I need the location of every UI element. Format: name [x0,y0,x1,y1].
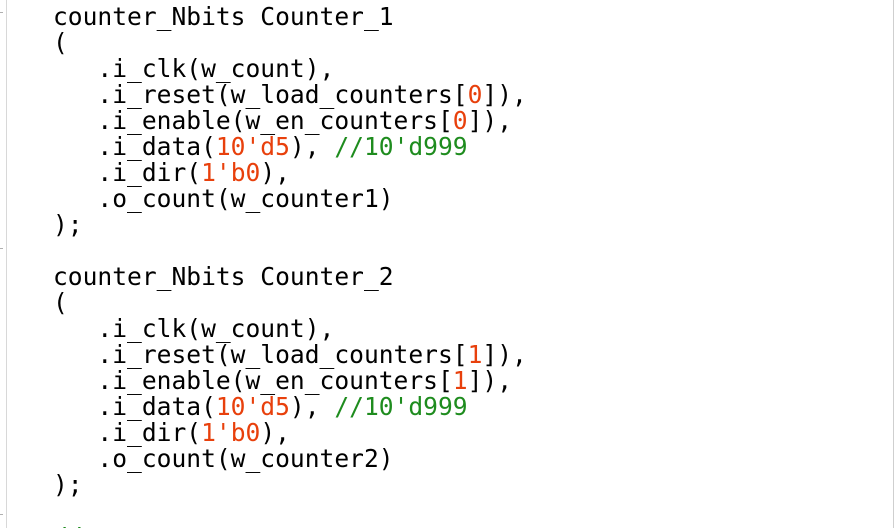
code-line: counter_Nbits Counter_2 [53,264,527,290]
code-token-text: ( [53,288,68,317]
code-token-text: .i_dir( [53,158,202,187]
code-line: .i_dir(1'b0), [53,160,527,186]
code-token-text: .i_clk(w_count), [53,54,335,83]
code-line: .i_data(10'd5), //10'd999 [53,134,527,160]
code-token-text: .i_reset(w_load_counters[ [53,340,468,369]
code-token-number: 1'b0 [201,418,261,447]
code-token-text: .i_enable(w_en_counters[ [53,366,453,395]
code-token-text: ), [289,132,335,161]
code-line: ); [53,212,527,238]
code-token-text: ), [260,418,290,447]
code-token-text: .i_reset(w_load_counters[ [53,80,468,109]
code-token-number: 0 [452,106,468,135]
code-line: .i_enable(w_en_counters[0]), [53,108,527,134]
code-line: .i_reset(w_load_counters[0]), [53,80,527,109]
code-line: .i_reset(w_load_counters[1]), [53,340,527,369]
editor-gutter [0,0,7,528]
code-line: ( [53,290,527,316]
code-line: .i_clk(w_count), [53,316,527,342]
code-token-number: 1 [452,366,468,395]
code-token-number: 1'b0 [201,158,261,187]
code-token-text: counter_Nbits Counter_1 [53,2,394,31]
code-line: ( [53,30,527,56]
code-token-number: 1 [467,340,483,369]
code-line: .i_dir(1'b0), [53,420,527,446]
code-line: .o_count(w_counter1) [53,186,527,212]
code-token-text: .i_data( [53,132,216,161]
code-token-text: ), [260,158,290,187]
gutter-marker [0,248,3,249]
gutter-marker [0,514,3,515]
code-token-text: ]), [482,340,527,369]
code-line: .i_enable(w_en_counters[1]), [53,368,527,394]
code-token-comment: //10'd999 [334,392,468,421]
code-token-comment: // [53,522,83,528]
code-token-number: 0 [467,80,483,109]
code-line: ); [53,472,527,498]
code-line: // [53,524,527,528]
code-token-text: .o_count(w_counter2) [53,444,394,473]
code-line: .o_count(w_counter2) [53,446,527,472]
code-token-text: ]), [482,80,527,109]
code-token-text: .i_clk(w_count), [53,314,335,343]
code-token-text: ), [289,392,335,421]
code-token-text: .i_dir( [53,418,202,447]
code-token-text: ( [53,28,68,57]
code-token-text: ); [53,470,83,499]
code-token-text: counter_Nbits Counter_2 [53,262,394,291]
code-token-text: .i_enable(w_en_counters[ [53,106,453,135]
code-line: .i_clk(w_count), [53,56,527,82]
code-token-text: ); [53,210,83,239]
code-token-text: .o_count(w_counter1) [53,184,394,213]
code-token-comment: //10'd999 [334,132,468,161]
code-line: .i_data(10'd5), //10'd999 [53,394,527,420]
code-editor[interactable]: counter_Nbits Counter_1( .i_clk(w_count)… [0,0,894,528]
code-line: counter_Nbits Counter_1 [53,4,527,30]
code-token-text: ]), [467,106,513,135]
code-token-number: 10'd5 [215,132,290,161]
code-text-area[interactable]: counter_Nbits Counter_1( .i_clk(w_count)… [53,4,527,528]
code-token-number: 10'd5 [215,392,290,421]
code-token-text: .i_data( [53,392,216,421]
gutter-marker [0,12,3,13]
code-token-text: ]), [467,366,513,395]
